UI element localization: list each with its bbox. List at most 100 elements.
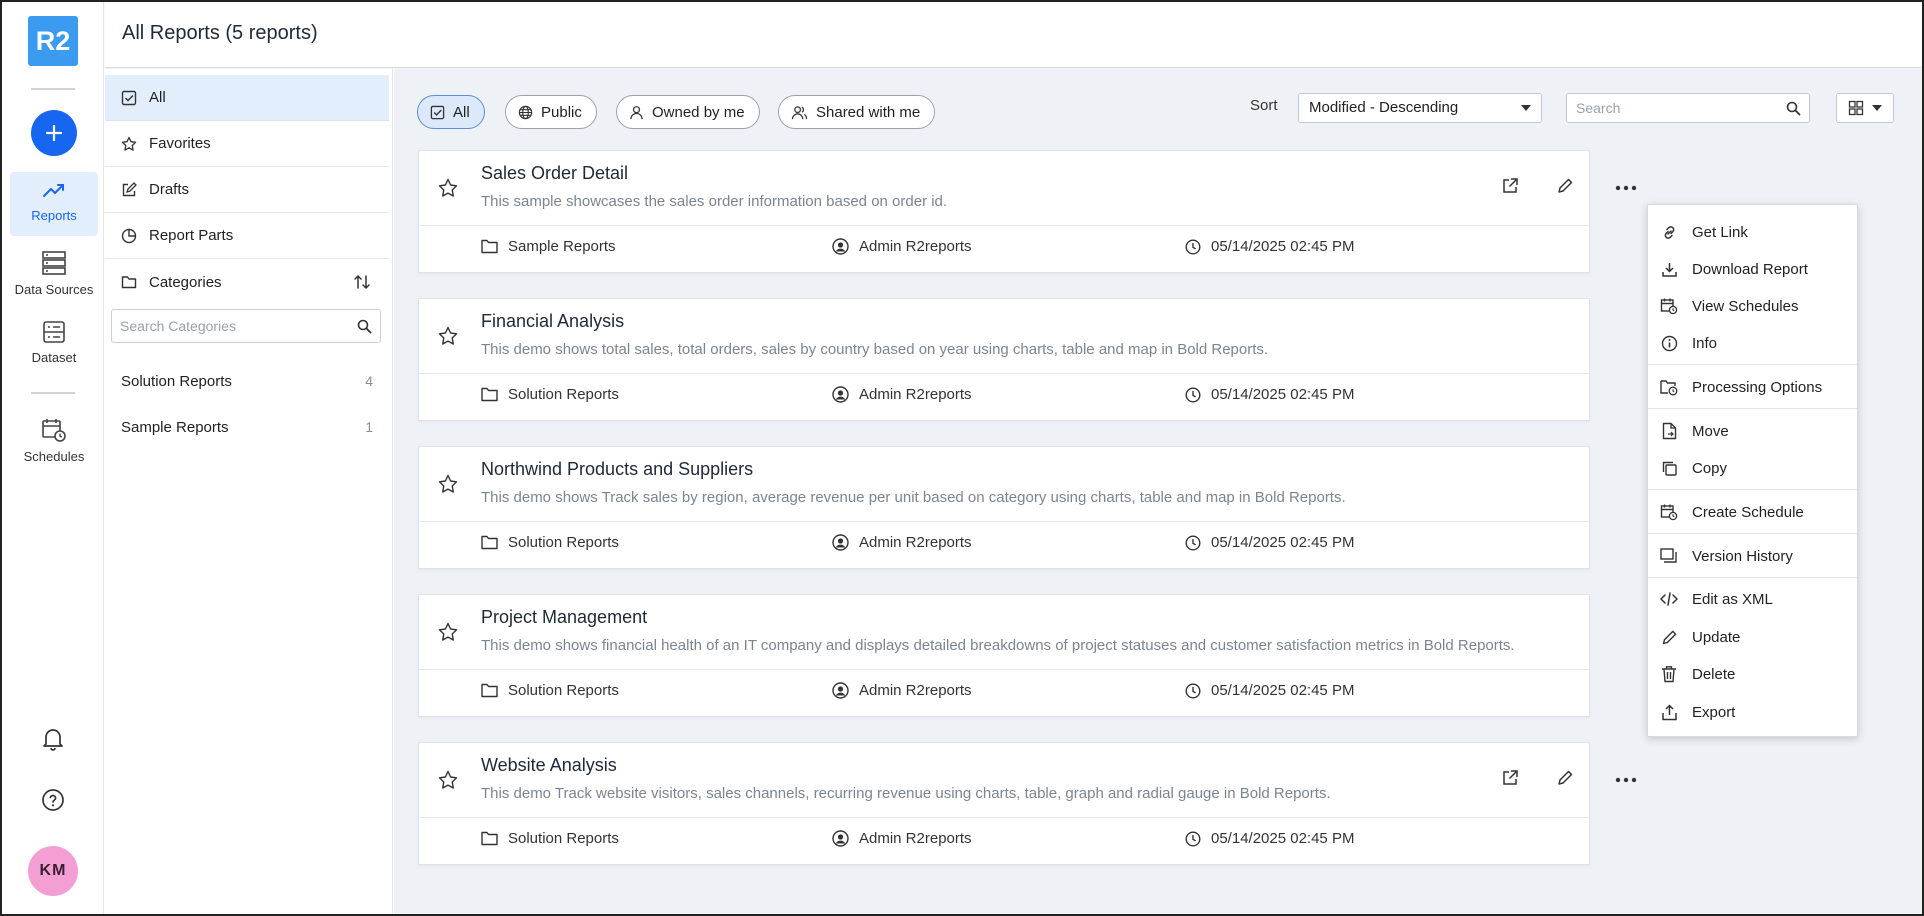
menu-item-update[interactable]: Update <box>1648 620 1857 654</box>
category-count: 1 <box>365 419 373 435</box>
filter-chip-all[interactable]: All <box>417 95 485 129</box>
report-modified-label: 05/14/2025 02:45 PM <box>1211 386 1355 403</box>
view-toggle-button[interactable] <box>1836 93 1894 123</box>
favorite-star-icon[interactable] <box>437 177 459 199</box>
search-icon[interactable] <box>1786 101 1801 116</box>
rail-item-reports[interactable]: Reports <box>10 172 98 236</box>
help-button[interactable] <box>38 785 68 815</box>
rail-divider <box>31 392 75 394</box>
info-icon <box>1661 335 1677 351</box>
report-description: This demo Track website visitors, sales … <box>481 785 1331 802</box>
star-icon <box>121 136 137 151</box>
menu-item-label: Update <box>1692 628 1741 646</box>
pencil-icon[interactable] <box>1556 769 1574 787</box>
favorite-star-icon[interactable] <box>437 769 459 791</box>
report-category-label: Solution Reports <box>508 682 619 699</box>
report-title[interactable]: Northwind Products and Suppliers <box>481 459 753 480</box>
favorite-star-icon[interactable] <box>437 621 459 643</box>
menu-item-label: Processing Options <box>1692 378 1823 396</box>
menu-item-label: Export <box>1692 703 1736 721</box>
add-button[interactable] <box>31 110 77 156</box>
menu-item-copy[interactable]: Copy <box>1648 451 1857 485</box>
filter-chip-shared-with-me[interactable]: Shared with me <box>778 95 936 129</box>
category-filter-drafts[interactable]: Drafts <box>105 167 389 213</box>
report-title[interactable]: Financial Analysis <box>481 311 624 332</box>
menu-item-processing-options[interactable]: Processing Options <box>1648 370 1857 404</box>
report-search-input[interactable] <box>1576 94 1776 122</box>
avatar[interactable]: KM <box>28 846 78 896</box>
report-title[interactable]: Sales Order Detail <box>481 163 628 184</box>
open-new-window-icon[interactable] <box>1501 177 1519 195</box>
menu-item-get-link[interactable]: Get Link <box>1648 215 1857 249</box>
rail-item-schedules[interactable]: Schedules <box>10 409 98 473</box>
category-filter-favorites[interactable]: Favorites <box>105 121 389 167</box>
open-new-window-icon[interactable] <box>1501 769 1519 787</box>
notifications-button[interactable] <box>38 724 68 754</box>
filter-chip-public[interactable]: Public <box>505 95 597 129</box>
menu-item-version-history[interactable]: Version History <box>1648 539 1857 573</box>
menu-item-label: Delete <box>1692 665 1736 683</box>
calendar-clock-icon <box>1660 504 1678 521</box>
report-category: Solution Reports <box>481 386 619 403</box>
category-filter-report-parts[interactable]: Report Parts <box>105 213 389 259</box>
menu-item-edit-as-xml[interactable]: Edit as XML <box>1648 582 1857 616</box>
clock-icon <box>1185 238 1201 255</box>
menu-item-label: View Schedules <box>1692 297 1799 315</box>
menu-separator <box>1648 577 1857 578</box>
filter-chip-label: All <box>453 103 470 121</box>
filter-chip-label: Public <box>541 103 582 121</box>
category-name: Sample Reports <box>121 418 229 436</box>
versions-icon <box>1660 548 1677 563</box>
folder-icon <box>121 276 137 289</box>
sort-toggle-icon[interactable] <box>353 273 371 291</box>
menu-item-export[interactable]: Export <box>1648 695 1857 729</box>
search-icon[interactable] <box>357 319 372 334</box>
menu-item-download-report[interactable]: Download Report <box>1648 252 1857 286</box>
category-search-input[interactable] <box>120 318 340 334</box>
menu-item-create-schedule[interactable]: Create Schedule <box>1648 495 1857 529</box>
sort-dropdown[interactable]: Modified - Descending <box>1298 93 1542 123</box>
menu-item-info[interactable]: Info <box>1648 326 1857 360</box>
calendar-clock-icon <box>42 419 66 442</box>
filter-chip-owned-by-me[interactable]: Owned by me <box>616 95 760 129</box>
rail-label: Data Sources <box>14 282 94 297</box>
category-item[interactable]: Sample Reports 1 <box>105 407 389 447</box>
more-options-icon[interactable] <box>1615 185 1637 191</box>
folder-icon <box>481 831 498 846</box>
category-count: 4 <box>365 373 373 389</box>
menu-item-delete[interactable]: Delete <box>1648 657 1857 691</box>
rail-divider <box>31 88 75 90</box>
edit-square-icon <box>122 181 137 196</box>
grid-view-icon <box>1848 100 1864 116</box>
more-options-icon[interactable] <box>1615 777 1637 783</box>
server-icon <box>42 251 66 275</box>
rail-item-data-sources[interactable]: Data Sources <box>10 242 98 306</box>
report-owner-label: Admin R2reports <box>859 830 972 847</box>
category-filter-all[interactable]: All <box>105 75 389 121</box>
menu-item-label: Create Schedule <box>1692 503 1804 521</box>
report-modified-label: 05/14/2025 02:45 PM <box>1211 830 1355 847</box>
card-divider <box>419 669 1589 670</box>
menu-item-move[interactable]: Move <box>1648 414 1857 448</box>
pencil-icon[interactable] <box>1556 177 1574 195</box>
bell-icon <box>43 729 63 751</box>
folder-icon <box>481 535 498 550</box>
rail-item-dataset[interactable]: Dataset <box>10 312 98 376</box>
category-item[interactable]: Solution Reports 4 <box>105 361 389 401</box>
category-filter-label: Drafts <box>149 181 190 198</box>
app-logo[interactable]: R2 <box>28 16 78 66</box>
favorite-star-icon[interactable] <box>437 473 459 495</box>
report-context-menu: Get Link Download Report View Schedules … <box>1647 204 1858 737</box>
report-owner: Admin R2reports <box>832 238 972 255</box>
rail-label: Reports <box>31 208 77 223</box>
favorite-star-icon[interactable] <box>437 325 459 347</box>
user-circle-icon <box>832 830 849 847</box>
menu-item-view-schedules[interactable]: View Schedules <box>1648 289 1857 323</box>
report-title[interactable]: Website Analysis <box>481 755 617 776</box>
menu-separator <box>1648 364 1857 365</box>
menu-separator <box>1648 533 1857 534</box>
clock-icon <box>1185 534 1201 551</box>
trash-icon <box>1662 666 1676 683</box>
pencil-icon <box>1662 630 1676 644</box>
report-title[interactable]: Project Management <box>481 607 647 628</box>
